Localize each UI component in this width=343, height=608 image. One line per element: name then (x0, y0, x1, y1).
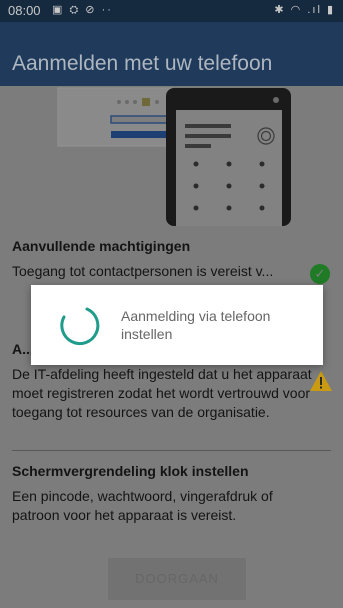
section-divider (12, 450, 331, 451)
notification-icons: ▣ ⛭ ⊘ ·· (52, 4, 113, 16)
check-icon: ✓ (310, 264, 330, 284)
section-description: De IT-afdeling heeft ingesteld dat u het… (12, 366, 312, 420)
section-heading: Schermvergrendeling klok instellen (12, 463, 249, 479)
phone-signin-illustration-icon (57, 87, 291, 226)
status-bar: 08:00 ▣ ⛭ ⊘ ·· ✱ ◠ .ıl ▮ (0, 0, 343, 22)
section-additional-permissions: Aanvullende machtigingen Toegang tot con… (12, 238, 312, 281)
app-bar: Aanmelden met uw telefoon (0, 22, 343, 86)
section-screen-lock: Schermvergrendeling klok instellen Een p… (12, 463, 312, 525)
system-status-icons: ✱ ◠ .ıl ▮ (274, 4, 335, 16)
progress-message: Aanmelding via telefoon instellen (121, 308, 271, 342)
status-time: 08:00 (8, 3, 41, 18)
section-description: Toegang tot contactpersonen is vereist v… (12, 263, 274, 279)
progress-dialog: Aanmelding via telefoon instellen (31, 285, 323, 365)
loading-spinner-icon (60, 307, 100, 345)
section-description: Een pincode, wachtwoord, vingerafdruk of… (12, 488, 273, 523)
warning-icon (310, 371, 332, 391)
page-title: Aanmelden met uw telefoon (12, 52, 273, 75)
section-heading: Aanvullende machtigingen (12, 238, 191, 254)
continue-button[interactable]: DOORGAAN (108, 558, 246, 600)
